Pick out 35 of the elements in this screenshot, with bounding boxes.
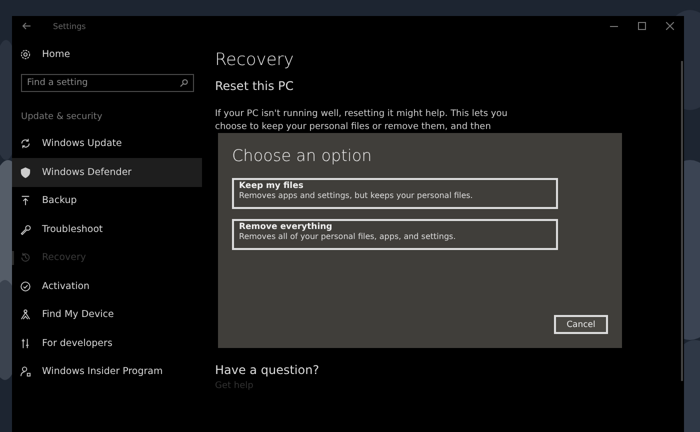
sync-icon — [20, 138, 31, 150]
sidebar-item[interactable]: Windows Update — [12, 130, 202, 158]
maximize-icon[interactable] — [638, 22, 646, 30]
wrench-icon — [20, 224, 31, 235]
sidebar-item[interactable]: For developers — [12, 329, 202, 358]
description-text: If your PC isn't running well, resetting it might help. This lets you choose to keep your personal files or remove them, and then — [215, 108, 508, 134]
sidebar-item[interactable]: Windows Insider Program — [12, 358, 202, 386]
upload-icon — [20, 195, 31, 206]
back-arrow-icon[interactable] — [22, 22, 31, 30]
person-icon — [20, 366, 31, 378]
sidebar-item[interactable]: Windows Defender — [12, 158, 202, 186]
close-icon[interactable] — [666, 22, 674, 30]
search-icon[interactable] — [180, 78, 188, 86]
person-icon — [20, 309, 31, 320]
dialog-title: Choose an option — [232, 146, 373, 165]
option-button[interactable]: Keep my files Removes apps and settings, but keeps your personal files. — [232, 178, 558, 209]
home-nav-item[interactable]: Home — [12, 40, 202, 68]
cancel-button[interactable]: Cancel — [554, 315, 608, 334]
scrollbar[interactable] — [681, 61, 683, 381]
tools-icon — [20, 338, 31, 349]
sidebar-item[interactable]: Backup — [12, 186, 202, 215]
sidebar-item[interactable]: Activation — [12, 272, 202, 300]
gear-icon — [20, 48, 31, 60]
history-icon — [20, 252, 31, 264]
shield-icon — [20, 166, 31, 178]
page-title: Recovery — [215, 50, 295, 70]
check-circle-icon — [20, 280, 31, 292]
question-heading: Have a question? — [215, 363, 320, 377]
sidebar-item[interactable]: Troubleshoot — [12, 215, 202, 244]
section-label: Update & security — [20, 110, 104, 124]
window-title: Settings — [53, 22, 86, 30]
section-heading: Reset this PC — [215, 79, 295, 93]
option-button[interactable]: Remove everything Removes all of your personal files, apps, and settings. — [232, 219, 558, 250]
search-field[interactable]: Find a setting — [21, 74, 194, 92]
sidebar-item[interactable]: Find My Device — [12, 300, 202, 329]
